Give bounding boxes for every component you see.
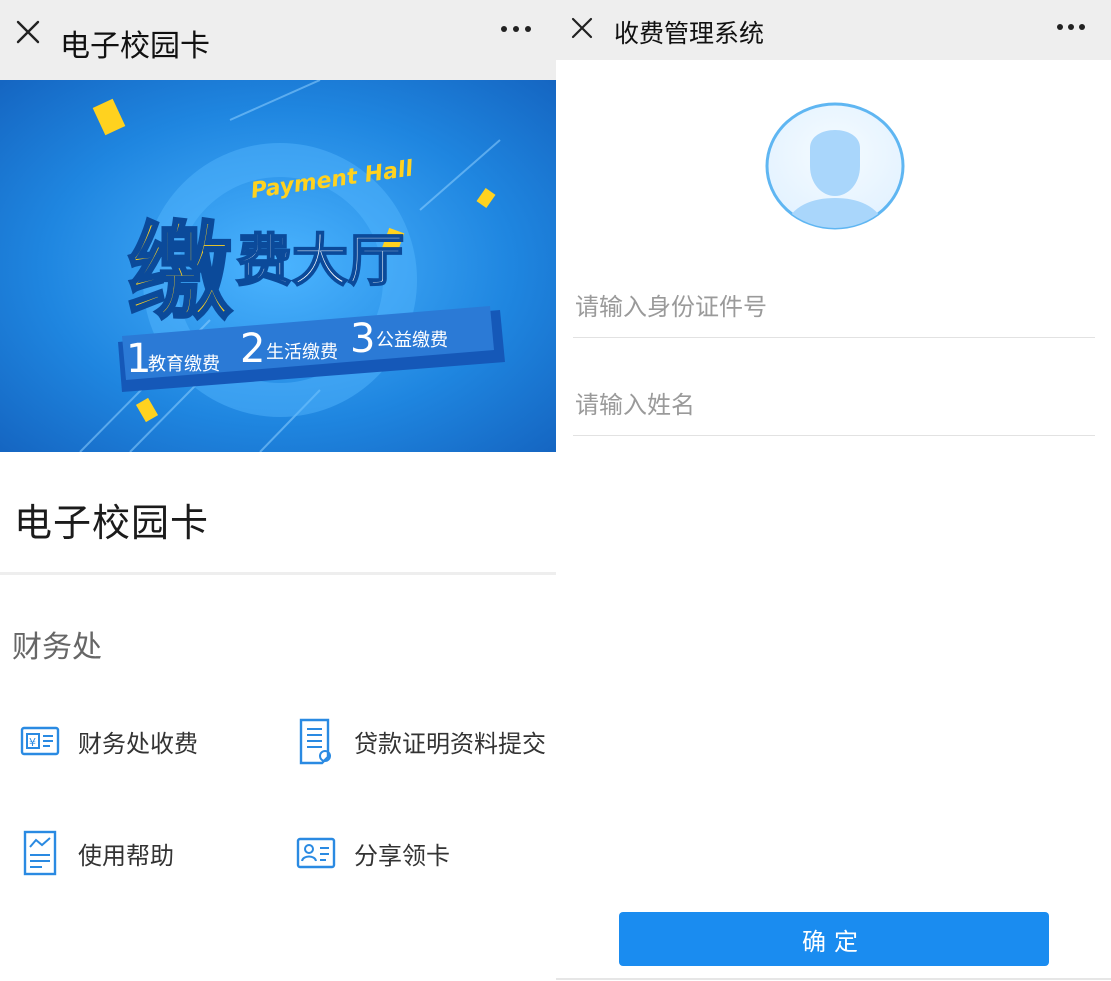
service-share-card[interactable]: 分享领卡 [294,828,450,878]
top-bar: 收费管理系统 [556,0,1111,60]
banner-headline-big: 缴 [128,211,232,333]
ribbon-number-2: 2 [240,326,265,372]
page-title: 收费管理系统 [614,19,765,48]
close-icon [16,20,40,44]
more-menu-button[interactable] [496,14,536,44]
id-number-input[interactable] [573,276,1095,338]
ribbon-label-3: 公益缴费 [376,330,448,351]
section-label-finance: 财务处 [12,630,102,665]
payment-hall-banner[interactable]: 缴 费大厅 Payment Hall 1 教育缴费 2 生活缴费 3 公益缴费 [0,80,556,452]
document-icon [294,716,338,766]
svg-text:¥: ¥ [29,736,36,749]
help-document-icon [18,828,62,878]
banner-headline-rest: 费大厅 [236,229,404,294]
avatar [762,100,908,234]
more-icon [501,26,531,32]
close-icon [571,17,593,39]
page-title: 电子校园卡 [60,29,210,64]
more-menu-button[interactable] [1051,12,1091,42]
service-label: 贷款证明资料提交 [354,729,546,758]
campus-card-panel: 电子校园卡 缴 费大厅 Payment Hall 1 教育缴费 2 生活缴费 3… [0,0,556,981]
service-help[interactable]: 使用帮助 [18,828,174,878]
service-label: 使用帮助 [78,841,174,870]
close-button[interactable] [8,12,48,52]
user-avatar-icon [765,102,905,230]
bottom-divider [556,978,1111,980]
card-title: 电子校园卡 [14,501,210,545]
confirm-button[interactable]: 确定 [619,912,1049,966]
ribbon-number-3: 3 [350,316,375,362]
fee-management-panel: 收费管理系统 确定 [556,0,1111,981]
service-label: 财务处收费 [78,729,198,758]
close-button[interactable] [562,8,602,48]
service-label: 分享领卡 [354,841,450,870]
yuan-card-icon: ¥ [18,716,62,766]
service-finance-payment[interactable]: ¥ 财务处收费 [18,716,198,766]
section-divider [0,572,556,575]
top-bar: 电子校园卡 [0,0,556,80]
ribbon-label-1: 教育缴费 [148,354,220,375]
ribbon-label-2: 生活缴费 [266,342,338,363]
service-loan-document-submit[interactable]: 贷款证明资料提交 [294,716,546,766]
id-card-icon [294,828,338,878]
more-icon [1057,24,1085,30]
name-input[interactable] [573,374,1095,436]
